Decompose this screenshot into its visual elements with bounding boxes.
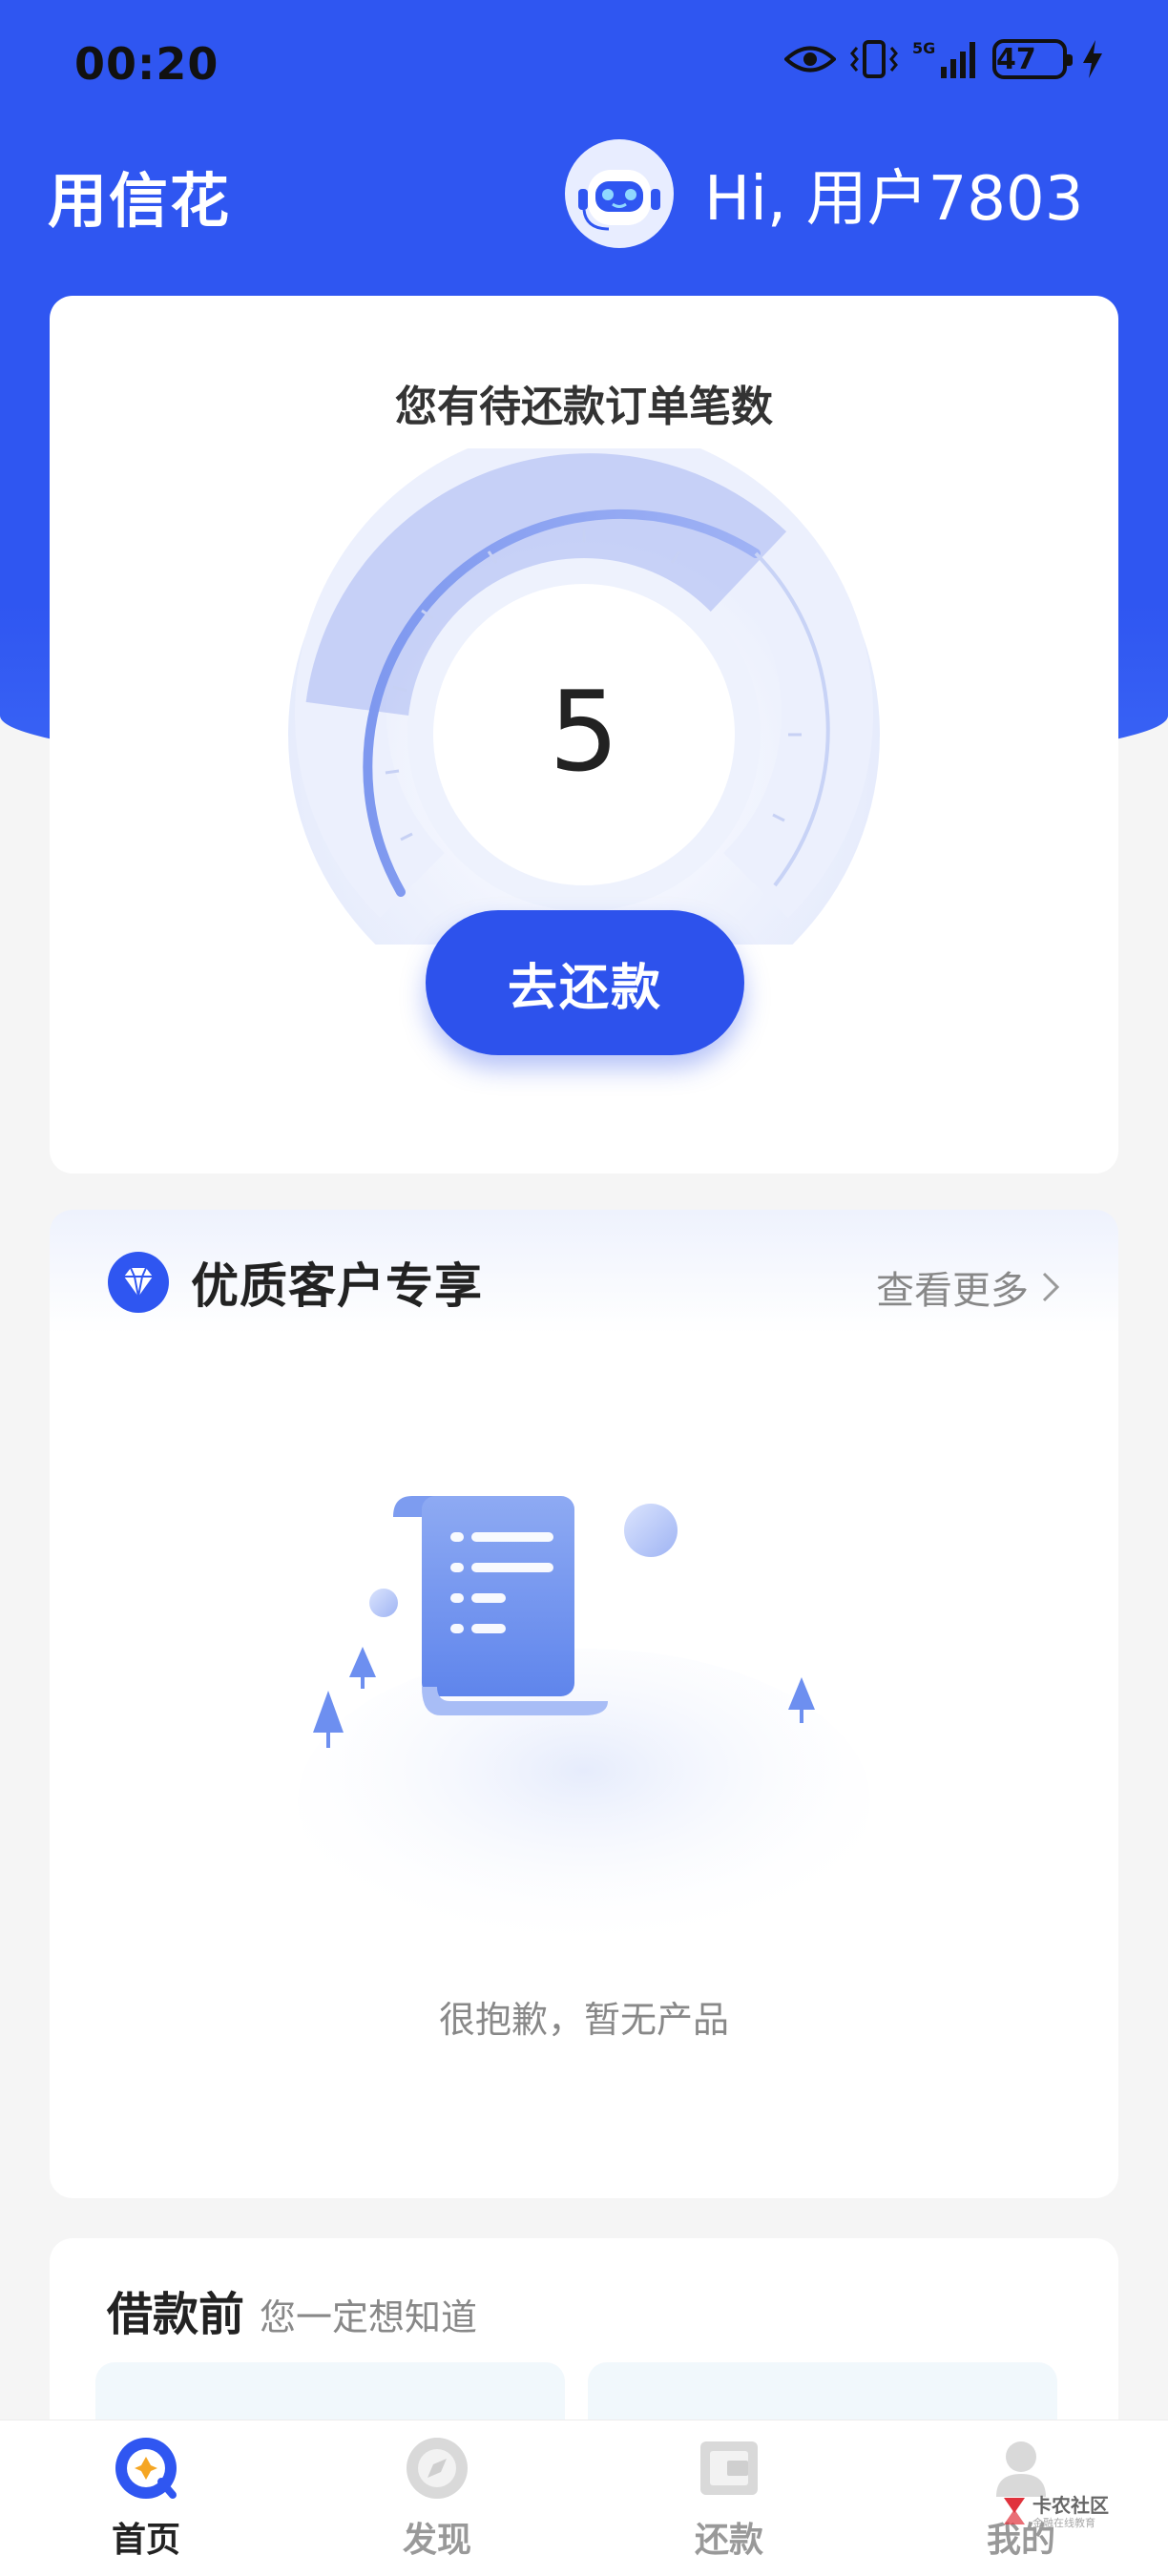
repay-summary-card: 您有待还款订单笔数 5 去还款 — [50, 296, 1118, 1174]
nav-repay-label: 还款 — [694, 2521, 763, 2560]
status-time: 00:20 — [74, 38, 219, 90]
network-label: 5G — [912, 39, 935, 57]
watermark-logo-icon — [1004, 2498, 1025, 2524]
status-icons: 5G 47 — [784, 38, 1105, 80]
greeting-text: Hi, 用户7803 — [704, 164, 1084, 235]
nav-repay[interactable]: 还款 — [634, 2420, 824, 2576]
vibrate-icon — [850, 40, 898, 78]
eye-icon — [784, 46, 836, 73]
watermark-text: 卡农社区 — [1032, 2494, 1109, 2517]
diamond-icon — [108, 1252, 169, 1313]
robot-avatar-icon[interactable] — [563, 137, 676, 250]
premium-title: 优质客户专享 — [191, 1258, 483, 1314]
watermark: 卡农社区 金融在线教育 — [1000, 2490, 1115, 2534]
chevron-right-icon — [1042, 1272, 1060, 1302]
status-bar: 00:20 5G 47 — [0, 0, 1168, 134]
before-loan-title: 借款前 — [107, 2288, 245, 2341]
app-title: 用信花 — [48, 166, 232, 236]
battery-icon: 47 — [992, 39, 1073, 79]
before-loan-subtitle: 您一定想知道 — [260, 2296, 478, 2338]
go-repay-button[interactable]: 去还款 — [426, 910, 744, 1055]
watermark-subtext: 金融在线教育 — [1032, 2517, 1095, 2529]
pending-orders-count: 5 — [549, 668, 619, 797]
battery-level: 47 — [996, 43, 1036, 76]
empty-state-illustration — [298, 1496, 870, 1944]
nav-discover[interactable]: 发现 — [342, 2420, 532, 2576]
see-more-link[interactable]: 查看更多 — [876, 1259, 1061, 1315]
repay-icon — [700, 2441, 758, 2495]
charging-icon — [1083, 40, 1102, 78]
see-more-label: 查看更多 — [876, 1269, 1029, 1313]
home-icon — [115, 2438, 177, 2499]
user-greeting[interactable]: Hi, 用户7803 — [563, 137, 1083, 250]
discover-icon — [407, 2438, 468, 2499]
premium-header: 优质客户专享 — [107, 1248, 483, 1317]
signal-5g-icon: 5G — [912, 39, 975, 78]
premium-products-card: 优质客户专享 查看更多 很抱歉，暂无产品 — [50, 1210, 1118, 2198]
empty-state-text: 很抱歉，暂无产品 — [438, 1999, 729, 2041]
nav-discover-label: 发现 — [402, 2521, 471, 2560]
nav-home-label: 首页 — [111, 2521, 180, 2560]
bottom-navigation: 首页 发现 还款 我的 — [0, 2420, 1168, 2576]
pending-orders-title: 您有待还款订单笔数 — [395, 383, 773, 431]
nav-home[interactable]: 首页 — [51, 2420, 241, 2576]
before-loan-header: 借款前 您一定想知道 — [107, 2276, 477, 2343]
